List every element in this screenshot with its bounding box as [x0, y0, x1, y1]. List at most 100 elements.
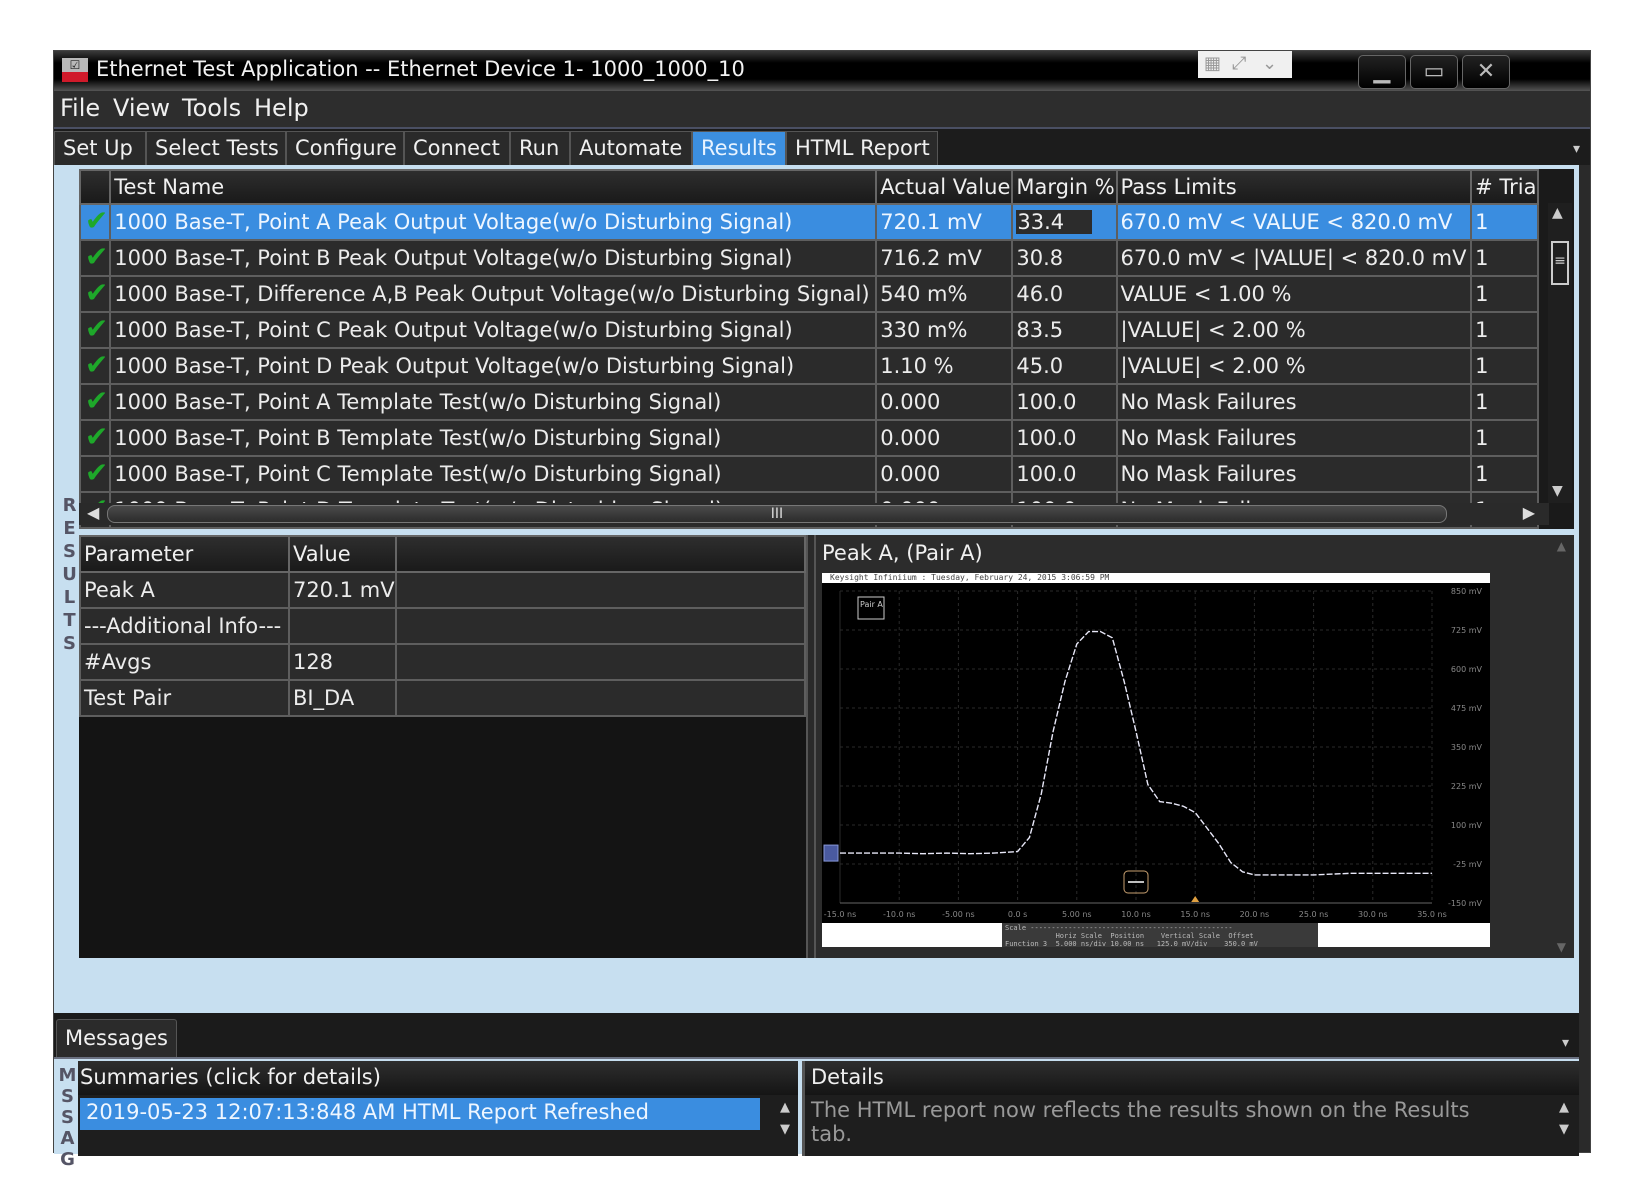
margin-cell[interactable]: 100.0	[1011, 383, 1118, 421]
test-name-cell[interactable]: 1000 Base-T, Point D Peak Output Voltage…	[109, 347, 878, 385]
table-row[interactable]: ✔ 1000 Base-T, Difference A,B Peak Output…	[78, 275, 1539, 313]
col-margin[interactable]: Margin %	[1011, 169, 1118, 205]
horizontal-scroll-thumb[interactable]: III	[107, 505, 1447, 523]
messages-side-label[interactable]: MSSAG	[56, 1065, 78, 1176]
pass-limits-cell[interactable]: VALUE < 1.00 %	[1115, 275, 1473, 313]
table-row[interactable]: ✔ 1000 Base-T, Point C Template Test(w/o …	[78, 455, 1539, 493]
trials-cell[interactable]: 1	[1470, 203, 1539, 241]
scroll-down-icon[interactable]: ▼	[1553, 1119, 1575, 1141]
fullscreen-icon[interactable]: ⤢	[1232, 53, 1246, 74]
status-cell[interactable]: ✔	[78, 455, 112, 493]
pass-limits-cell[interactable]: |VALUE| < 2.00 %	[1115, 347, 1473, 385]
pass-limits-cell[interactable]: No Mask Failures	[1115, 419, 1473, 457]
status-cell[interactable]: ✔	[78, 419, 112, 457]
status-cell[interactable]: ✔	[78, 383, 112, 421]
scroll-down-icon[interactable]: ▼	[774, 1119, 796, 1141]
results-vertical-scrollbar[interactable]: ▲ ≡ ▼	[1548, 203, 1572, 503]
tab-messages[interactable]: Messages	[56, 1019, 177, 1057]
title-bar[interactable]: ☑ Ethernet Test Application -- Ethernet …	[54, 51, 1590, 91]
actual-value-cell[interactable]: 540 m%	[875, 275, 1014, 313]
parameter-row[interactable]: ---Additional Info---	[79, 607, 807, 645]
col-trials[interactable]: # Tria	[1470, 169, 1539, 205]
test-name-cell[interactable]: 1000 Base-T, Point A Template Test(w/o D…	[109, 383, 878, 421]
messages-dropdown[interactable]: ▾	[1562, 1035, 1569, 1051]
margin-cell[interactable]: 46.0	[1011, 275, 1118, 313]
scroll-left-icon[interactable]: ◀	[87, 503, 99, 522]
test-name-cell[interactable]: 1000 Base-T, Difference A,B Peak Output …	[109, 275, 878, 313]
menu-help[interactable]: Help	[254, 94, 309, 122]
status-cell[interactable]: ✔	[78, 239, 112, 277]
scroll-up-icon[interactable]: ▲	[774, 1097, 796, 1119]
actual-value-cell[interactable]: 0.000	[875, 419, 1014, 457]
parameter-row[interactable]: Test Pair BI_DA	[79, 679, 807, 717]
col-pass-limits[interactable]: Pass Limits	[1115, 169, 1473, 205]
tab-automate[interactable]: Automate	[570, 131, 692, 167]
minimize-button[interactable]: ▁	[1358, 55, 1406, 89]
close-button[interactable]: ✕	[1462, 55, 1510, 89]
table-row[interactable]: ✔ 1000 Base-T, Point A Peak Output Voltag…	[78, 203, 1539, 241]
status-cell[interactable]: ✔	[78, 203, 112, 241]
table-row[interactable]: ✔ 1000 Base-T, Point B Peak Output Voltag…	[78, 239, 1539, 277]
results-side-label[interactable]: RESULTS	[56, 495, 80, 664]
graph-scroll-down-icon[interactable]: ▼	[1557, 940, 1566, 954]
scroll-right-icon[interactable]: ▶	[1523, 503, 1535, 522]
status-cell[interactable]: ✔	[78, 275, 112, 313]
col-value[interactable]: Value	[287, 535, 397, 573]
trials-cell[interactable]: 1	[1470, 275, 1539, 313]
margin-cell[interactable]: 100.0	[1011, 455, 1118, 493]
tab-connect[interactable]: Connect	[404, 131, 510, 167]
parameter-row[interactable]: Peak A 720.1 mV	[79, 571, 807, 609]
margin-cell[interactable]: 30.8	[1011, 239, 1118, 277]
pass-limits-cell[interactable]: |VALUE| < 2.00 %	[1115, 311, 1473, 349]
col-parameter[interactable]: Parameter	[79, 535, 290, 573]
status-cell[interactable]: ✔	[78, 311, 112, 349]
tab-run[interactable]: Run	[510, 131, 570, 167]
test-name-cell[interactable]: 1000 Base-T, Point B Template Test(w/o D…	[109, 419, 878, 457]
status-cell[interactable]: ✔	[78, 347, 112, 385]
scroll-up-icon[interactable]: ▲	[1553, 1097, 1575, 1119]
results-horizontal-scrollbar[interactable]: ◀ III ▶	[79, 503, 1549, 525]
test-name-cell[interactable]: 1000 Base-T, Point A Peak Output Voltage…	[109, 203, 878, 241]
trials-cell[interactable]: 1	[1470, 419, 1539, 457]
tab-select-tests[interactable]: Select Tests	[146, 131, 286, 167]
panel-splitter[interactable]	[806, 535, 816, 958]
graph-scroll-up-icon[interactable]: ▲	[1557, 539, 1566, 553]
pass-limits-cell[interactable]: 670.0 mV < |VALUE| < 820.0 mV	[1115, 239, 1473, 277]
scroll-up-icon[interactable]: ▲	[1552, 205, 1563, 221]
margin-cell[interactable]: 45.0	[1011, 347, 1118, 385]
menu-view[interactable]: View	[113, 94, 170, 122]
actual-value-cell[interactable]: 330 m%	[875, 311, 1014, 349]
col-test-name[interactable]: Test Name	[109, 169, 878, 205]
tab-overflow-dropdown[interactable]: ▾	[1573, 141, 1580, 157]
actual-value-cell[interactable]: 720.1 mV	[875, 203, 1014, 241]
pass-limits-cell[interactable]: 670.0 mV < VALUE < 820.0 mV	[1115, 203, 1473, 241]
summaries-scrollbar[interactable]: ▲ ▼	[774, 1097, 796, 1153]
grid-icon[interactable]: ▦	[1204, 53, 1221, 74]
test-name-cell[interactable]: 1000 Base-T, Point C Peak Output Voltage…	[109, 311, 878, 349]
actual-value-cell[interactable]: 716.2 mV	[875, 239, 1014, 277]
margin-cell[interactable]: 83.5	[1011, 311, 1118, 349]
table-row[interactable]: ✔ 1000 Base-T, Point C Peak Output Voltag…	[78, 311, 1539, 349]
tab-configure[interactable]: Configure	[286, 131, 404, 167]
actual-value-cell[interactable]: 0.000	[875, 455, 1014, 493]
actual-value-cell[interactable]: 1.10 %	[875, 347, 1014, 385]
trials-cell[interactable]: 1	[1470, 455, 1539, 493]
trials-cell[interactable]: 1	[1470, 311, 1539, 349]
tab-html-report[interactable]: HTML Report	[786, 131, 938, 167]
margin-cell[interactable]: 100.0	[1011, 419, 1118, 457]
summary-item[interactable]: 2019-05-23 12:07:13:848 AM HTML Report R…	[80, 1098, 760, 1130]
actual-value-cell[interactable]: 0.000	[875, 383, 1014, 421]
scroll-thumb[interactable]: ≡	[1551, 241, 1569, 285]
tab-set-up[interactable]: Set Up	[54, 131, 146, 167]
col-actual-value[interactable]: Actual Value	[875, 169, 1014, 205]
trials-cell[interactable]: 1	[1470, 383, 1539, 421]
maximize-button[interactable]: ▭	[1410, 55, 1458, 89]
tab-results[interactable]: Results	[692, 131, 786, 167]
test-name-cell[interactable]: 1000 Base-T, Point B Peak Output Voltage…	[109, 239, 878, 277]
chevron-down-icon[interactable]: ⌄	[1262, 53, 1277, 74]
margin-cell[interactable]: 33.4	[1011, 203, 1118, 241]
details-scrollbar[interactable]: ▲ ▼	[1553, 1097, 1575, 1153]
menu-tools[interactable]: Tools	[182, 94, 241, 122]
col-status[interactable]	[78, 169, 112, 205]
pass-limits-cell[interactable]: No Mask Failures	[1115, 455, 1473, 493]
